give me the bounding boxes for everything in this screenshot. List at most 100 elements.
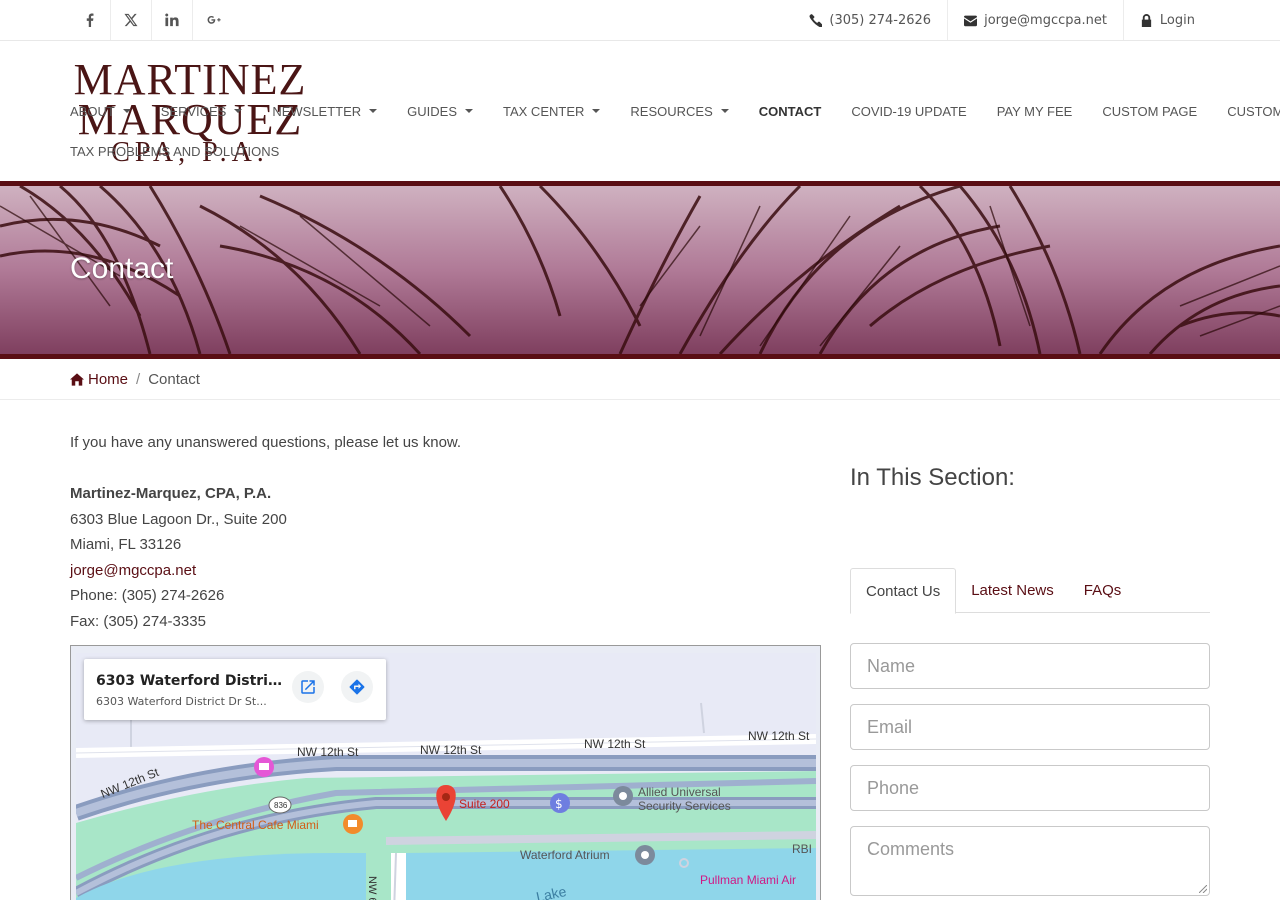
intro-text: If you have any unanswered questions, pl… [70, 434, 462, 451]
tab-contact-us[interactable]: Contact Us [850, 568, 957, 614]
map-poi-label: Waterford Atrium [520, 848, 610, 862]
name-input[interactable]: Name [850, 643, 1210, 689]
top-contact-links: (305) 274-2626 jorge@mgccpa.net Login [793, 0, 1210, 40]
google-plus-icon [207, 15, 221, 24]
login-link[interactable]: Login [1124, 0, 1210, 40]
contact-phone: Phone: (305) 274-2626 [70, 587, 225, 605]
caret-down-icon [720, 109, 729, 113]
social-links [70, 0, 234, 40]
sidebar-title: In This Section: [850, 464, 1015, 491]
phone-input[interactable]: Phone [850, 765, 1210, 811]
comments-textarea[interactable]: Comments [850, 826, 1210, 896]
nav-item-covid-19-update[interactable]: COVID-19 UPDATE [851, 104, 966, 119]
nav-label: COVID-19 UPDATE [851, 103, 967, 119]
tab-faqs[interactable]: FAQs [1069, 568, 1137, 613]
main-navigation: ABOUT SERVICES NEWSLETTER GUIDES TAX CEN… [70, 96, 1280, 166]
hero-banner: Contact [0, 186, 1280, 354]
hero-bottom-border [0, 354, 1280, 359]
nav-item-tax-center[interactable]: TAX CENTER [503, 103, 601, 119]
nav-label: ABOUT [70, 103, 115, 119]
phone-icon [809, 13, 823, 27]
city-state-zip: Miami, FL 33126 [70, 536, 182, 554]
map-street-label: NW 12th St [584, 737, 646, 751]
linkedin-link[interactable] [152, 0, 193, 40]
map-info-card: 6303 Waterford District ... 6303 Waterfo… [84, 659, 386, 720]
nav-label: PAY MY FEE [996, 103, 1073, 119]
sidebar-tabs: Contact Us Latest News FAQs [850, 568, 1210, 614]
facebook-link[interactable] [70, 0, 111, 40]
map-poi-label: The Central Cafe Miami [192, 818, 319, 832]
facebook-icon [86, 13, 94, 27]
nav-label: CUSTOM PAGE [1227, 103, 1280, 119]
top-bar: (305) 274-2626 jorge@mgccpa.net Login [0, 0, 1280, 41]
svg-text:$: $ [555, 797, 563, 811]
lock-icon [1141, 13, 1152, 27]
caret-down-icon [369, 109, 378, 113]
nav-row-secondary: TAX PROBLEMS AND SOLUTIONS [70, 136, 1210, 166]
x-twitter-link[interactable] [111, 0, 152, 40]
page-title: Contact [70, 252, 174, 285]
breadcrumb-current: Contact [148, 370, 200, 388]
nav-item-pay-my-fee[interactable]: PAY MY FEE [997, 104, 1073, 119]
comments-placeholder: Comments [867, 839, 955, 859]
breadcrumb-home-link[interactable]: Home [70, 371, 128, 388]
x-twitter-icon [124, 13, 138, 27]
envelope-icon [964, 15, 978, 26]
top-phone-link[interactable]: (305) 274-2626 [793, 0, 949, 40]
main-content: If you have any unanswered questions, pl… [70, 430, 820, 635]
login-text: Login [1159, 12, 1195, 28]
contact-fax: Fax: (305) 274-3335 [70, 612, 206, 630]
nav-item-guides[interactable]: GUIDES [407, 104, 473, 119]
directions-icon [349, 679, 365, 695]
google-plus-link[interactable] [193, 0, 234, 40]
logo-line-1: MARTINEZ [73, 55, 307, 104]
caret-down-icon [234, 109, 243, 113]
map-place-address: 6303 Waterford District Dr St... [96, 695, 267, 708]
open-in-maps-button[interactable] [292, 671, 324, 703]
breadcrumb-separator: / [136, 370, 141, 388]
top-phone-text: (305) 274-2626 [829, 12, 932, 28]
nav-row-primary: ABOUT SERVICES NEWSLETTER GUIDES TAX CEN… [70, 96, 1280, 126]
nav-item-newsletter[interactable]: NEWSLETTER [272, 104, 378, 119]
street-address: 6303 Blue Lagoon Dr., Suite 200 [70, 510, 287, 528]
external-link-icon [301, 680, 315, 694]
email-input[interactable]: Email [850, 704, 1210, 750]
directions-button[interactable] [341, 671, 373, 703]
google-map-embed[interactable]: $ 6303 Waterford District ... 6303 Water… [70, 645, 821, 900]
map-street-label: NW 12th St [297, 745, 359, 759]
nav-label: RESOURCES [630, 103, 713, 119]
nav-label: GUIDES [407, 103, 457, 119]
map-street-label: NW 12th St [420, 743, 482, 757]
breadcrumb: Home / Contact [70, 369, 200, 389]
contact-address: Martinez-Marquez, CPA, P.A. 6303 Blue La… [70, 481, 820, 635]
caret-down-icon [465, 109, 473, 113]
map-street-label: NW 65th [366, 876, 378, 900]
top-email-text: jorge@mgccpa.net [984, 12, 1107, 28]
resize-handle-icon[interactable] [1199, 885, 1207, 893]
map-marker-label: Suite 200 [459, 797, 510, 811]
map-poi-label: Pullman Miami Air [700, 873, 797, 887]
nav-item-contact[interactable]: CONTACT [759, 104, 822, 119]
nav-item-tax-problems[interactable]: TAX PROBLEMS AND SOLUTIONS [70, 144, 279, 159]
nav-item-custom-page-1[interactable]: CUSTOM PAGE [1102, 104, 1197, 119]
map-poi-label: RBI [792, 842, 813, 856]
nav-label: TAX CENTER [503, 103, 585, 119]
palm-trees-image [0, 186, 1280, 354]
map-place-title: 6303 Waterford District ... [96, 673, 286, 689]
nav-item-about[interactable]: ABOUT [70, 104, 131, 119]
nav-label: CUSTOM PAGE [1102, 103, 1198, 119]
nav-item-custom-page-2[interactable]: CUSTOM PAGE [1227, 104, 1280, 119]
name-placeholder: Name [867, 655, 916, 676]
map-street-label: NW 12th St [748, 729, 810, 743]
nav-item-resources[interactable]: RESOURCES [630, 103, 729, 119]
contact-email-link[interactable]: jorge@mgccpa.net [70, 562, 196, 579]
nav-label: CONTACT [758, 103, 822, 119]
nav-label: TAX PROBLEMS AND SOLUTIONS [70, 143, 280, 159]
top-email-link[interactable]: jorge@mgccpa.net [948, 0, 1124, 40]
breadcrumb-home-label: Home [88, 370, 129, 388]
tab-latest-news[interactable]: Latest News [956, 568, 1069, 613]
nav-item-services[interactable]: SERVICES [161, 104, 243, 119]
phone-placeholder: Phone [867, 777, 920, 798]
caret-down-icon [592, 109, 601, 113]
company-name: Martinez-Marquez, CPA, P.A. [70, 485, 272, 502]
